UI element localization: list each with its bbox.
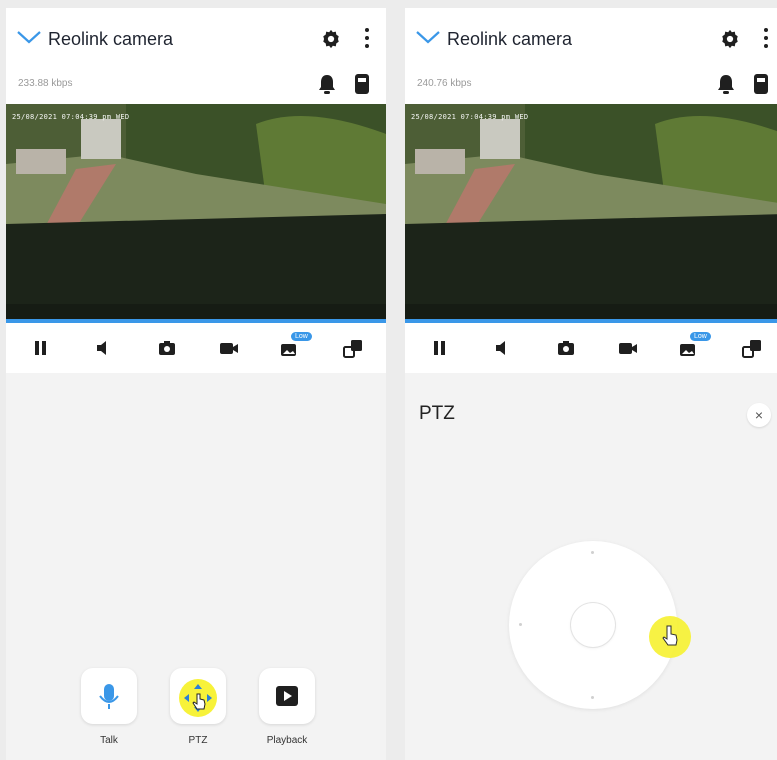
pause-icon[interactable]: [427, 335, 453, 361]
live-video[interactable]: 25/08/2021 07:04:39 pm WED: [6, 104, 386, 319]
bitrate-label: 233.88 kbps: [18, 78, 73, 89]
device-title[interactable]: Reolink camera: [48, 29, 173, 50]
siren-icon[interactable]: [316, 72, 338, 96]
doorbell-icon[interactable]: [352, 72, 372, 96]
gear-icon[interactable]: [719, 28, 741, 50]
device-title[interactable]: Reolink camera: [447, 29, 572, 50]
video-timestamp: 25/08/2021 07:04:39 pm WED: [12, 113, 130, 121]
ptz-label: PTZ: [188, 735, 208, 746]
more-vertical-icon[interactable]: [761, 26, 771, 50]
touch-highlight: [649, 616, 691, 658]
chevron-down-icon[interactable]: [16, 28, 42, 46]
quality-badge: Low: [690, 332, 711, 341]
playback-button[interactable]: [259, 668, 315, 724]
left-indicator-icon: [519, 623, 522, 626]
doorbell-icon[interactable]: [751, 72, 771, 96]
multi-view-icon[interactable]: [739, 335, 765, 361]
talk-button[interactable]: [81, 668, 137, 724]
control-bar: Low: [405, 323, 777, 373]
close-button[interactable]: ×: [747, 403, 771, 427]
hand-cursor-icon: [662, 625, 678, 646]
ptz-panel-title: PTZ: [419, 403, 455, 424]
video-timestamp: 25/08/2021 07:04:39 pm WED: [411, 113, 529, 121]
chevron-down-icon[interactable]: [415, 28, 441, 46]
record-icon[interactable]: [615, 335, 641, 361]
multi-view-icon[interactable]: [340, 335, 366, 361]
pause-icon[interactable]: [28, 335, 54, 361]
control-bar: Low: [6, 323, 386, 373]
speaker-icon[interactable]: [489, 335, 515, 361]
quality-icon[interactable]: Low: [278, 332, 312, 361]
speaker-icon[interactable]: [90, 335, 116, 361]
talk-label: Talk: [100, 735, 118, 746]
record-icon[interactable]: [216, 335, 242, 361]
gear-icon[interactable]: [320, 28, 342, 50]
ptz-arrows-icon: [179, 679, 217, 717]
down-indicator-icon: [591, 696, 594, 699]
more-vertical-icon[interactable]: [362, 26, 372, 50]
playback-label: Playback: [266, 735, 308, 746]
up-indicator-icon: [591, 551, 594, 554]
snapshot-icon[interactable]: [553, 335, 579, 361]
joystick-knob[interactable]: [571, 603, 615, 647]
quick-actions-area: Talk PTZ Playback: [6, 373, 386, 760]
quality-icon[interactable]: Low: [677, 332, 711, 361]
live-view-screen: Reolink camera 233.88 kbps 25/08/2021 07…: [6, 8, 386, 760]
microphone-icon: [99, 684, 119, 709]
header: Reolink camera 233.88 kbps: [6, 8, 386, 108]
quality-badge: Low: [291, 332, 312, 341]
siren-icon[interactable]: [715, 72, 737, 96]
snapshot-icon[interactable]: [154, 335, 180, 361]
ptz-panel: PTZ ×: [405, 373, 777, 760]
ptz-screen: Reolink camera 240.76 kbps 25/08/2021 07…: [405, 8, 777, 760]
play-icon: [276, 686, 298, 706]
live-video[interactable]: 25/08/2021 07:04:39 pm WED: [405, 104, 777, 319]
header: Reolink camera 240.76 kbps: [405, 8, 777, 108]
bitrate-label: 240.76 kbps: [417, 78, 472, 89]
ptz-button[interactable]: [170, 668, 226, 724]
